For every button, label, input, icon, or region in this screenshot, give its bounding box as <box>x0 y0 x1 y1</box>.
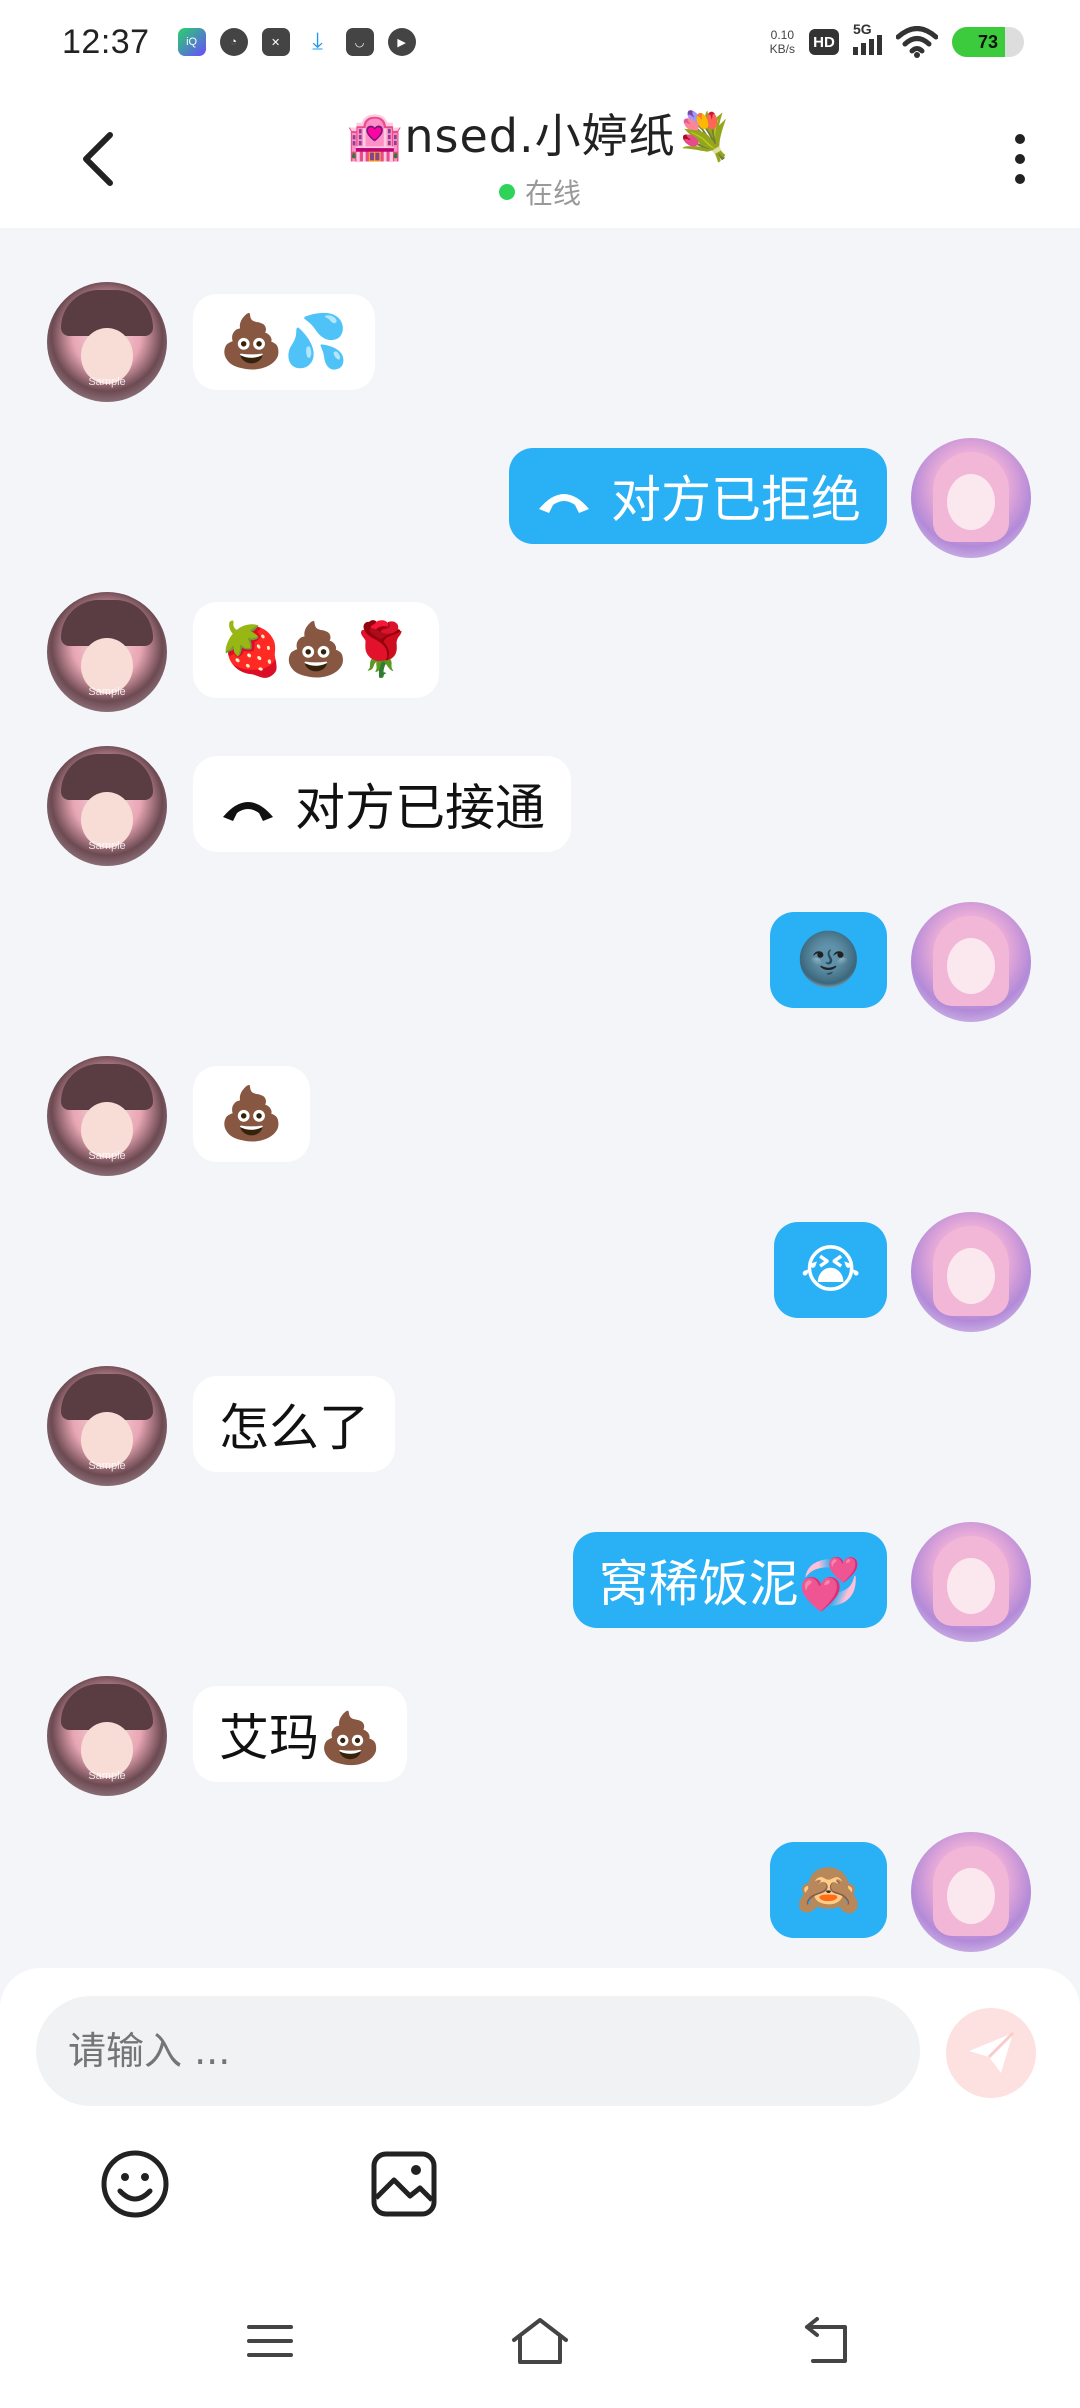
network-type: 5G <box>853 21 872 37</box>
message-bubble-outgoing[interactable]: 🙈 <box>770 1842 887 1938</box>
avatar-watermark: Sample <box>88 1770 126 1782</box>
avatar-watermark: Sample <box>88 840 126 852</box>
message-bubble-outgoing[interactable]: 😭 <box>774 1222 887 1318</box>
signal-icon: 5G <box>853 21 882 55</box>
message-bubble-incoming[interactable]: 💩💦 <box>193 294 375 390</box>
avatar-watermark: Sample <box>88 1150 126 1162</box>
image-button[interactable] <box>366 2146 442 2222</box>
message-text: 🌚 <box>796 930 861 990</box>
message-text: 对方已拒绝 <box>611 471 861 529</box>
status-app-icons: iQ ◔ ✕ ⤓ ◡ ▶ <box>177 28 416 56</box>
message-text: 对方已接通 <box>295 779 545 837</box>
send-icon <box>969 2031 1015 2073</box>
iqiyi-icon: iQ <box>177 28 206 56</box>
wifi-icon <box>896 26 938 58</box>
avatar-watermark: Sample <box>88 1460 126 1472</box>
message-text: 💩 <box>219 1084 284 1144</box>
message-text: 😭 <box>800 1240 861 1300</box>
back-icon <box>805 2317 847 2363</box>
capcut-icon: ✕ <box>261 28 290 56</box>
my-avatar[interactable] <box>911 1522 1031 1642</box>
message-text: 艾玛💩 <box>219 1709 382 1767</box>
more-dot-icon <box>1015 154 1025 164</box>
contact-avatar[interactable]: Sample <box>47 592 167 712</box>
message-bubble-incoming[interactable]: 💩 <box>193 1066 310 1162</box>
message-text: 🙈 <box>796 1860 861 1920</box>
send-button[interactable] <box>946 2008 1036 2098</box>
mail-icon: ◡ <box>345 28 374 56</box>
message-input[interactable] <box>36 1996 920 2106</box>
call-icon <box>539 494 589 513</box>
title-prefix-emoji: 🏩 <box>346 109 405 163</box>
message-bubble-outgoing[interactable]: 对方已拒绝 <box>509 448 887 544</box>
status-time: 12:37 <box>62 22 150 61</box>
status-bar: 12:37 iQ ◔ ✕ ⤓ ◡ ▶ 0.10 KB/s HD 5G 73 <box>0 0 1080 84</box>
menu-icon <box>247 2325 293 2357</box>
message-bubble-outgoing[interactable]: 🌚 <box>770 912 887 1008</box>
message-bubble-incoming[interactable]: 怎么了 <box>193 1376 395 1472</box>
title-suffix-emoji: 💐 <box>675 109 734 163</box>
more-dot-icon <box>1015 134 1025 144</box>
network-speed-value: 0.10 <box>770 28 794 42</box>
compass-icon: ◔ <box>219 28 248 56</box>
contact-name: 🏩nsed.小婷纸💐 <box>0 100 1080 166</box>
online-dot-icon <box>498 184 515 200</box>
message-text: 💩💦 <box>219 312 349 372</box>
network-speed-unit: KB/s <box>769 42 795 56</box>
recent-apps-button[interactable] <box>235 2306 305 2376</box>
network-speed: 0.10 KB/s <box>770 28 795 56</box>
system-nav-bar <box>0 2270 1080 2408</box>
home-button[interactable] <box>505 2306 575 2376</box>
emoji-button[interactable] <box>97 2146 173 2222</box>
presence-status: 在线 <box>0 172 1080 212</box>
contact-avatar[interactable]: Sample <box>47 1366 167 1486</box>
message-text: 窝稀饭泥💞 <box>598 1555 861 1613</box>
home-icon <box>512 2318 568 2364</box>
presence-text: 在线 <box>524 177 581 210</box>
hd-icon: HD <box>809 29 839 55</box>
contact-avatar[interactable]: Sample <box>47 746 167 866</box>
avatar-watermark: Sample <box>88 686 126 698</box>
message-bubble-outgoing[interactable]: 窝稀饭泥💞 <box>572 1532 887 1628</box>
my-avatar[interactable] <box>911 438 1031 558</box>
contact-name-text: nsed.小婷纸 <box>404 109 676 163</box>
my-avatar[interactable] <box>911 1832 1031 1952</box>
emoji-icon <box>101 2150 169 2218</box>
more-options-button[interactable] <box>990 124 1050 194</box>
avatar-watermark: Sample <box>88 376 126 388</box>
more-dot-icon <box>1015 174 1025 184</box>
chat-header: 🏩nsed.小婷纸💐 在线 <box>0 84 1080 228</box>
battery-level: 73 <box>977 31 999 52</box>
my-avatar[interactable] <box>911 902 1031 1022</box>
message-text: 怎么了 <box>219 1399 369 1457</box>
download-icon: ⤓ <box>312 28 323 55</box>
back-nav-button[interactable] <box>790 2306 860 2376</box>
battery-icon: 73 <box>952 27 1024 57</box>
message-list[interactable]: Sample 💩💦 对方已拒绝 Sample 🍓💩🌹 Sample 对方已接通 … <box>0 228 1080 1968</box>
image-icon <box>371 2151 437 2217</box>
chat-title-block: 🏩nsed.小婷纸💐 在线 <box>0 100 1080 212</box>
message-bubble-incoming[interactable]: 艾玛💩 <box>193 1686 408 1782</box>
message-bubble-incoming[interactable]: 对方已接通 <box>193 756 571 852</box>
message-text: 🍓💩🌹 <box>219 620 414 680</box>
contact-avatar[interactable]: Sample <box>47 282 167 402</box>
call-icon <box>223 802 273 821</box>
play-icon: ▶ <box>387 28 416 56</box>
contact-avatar[interactable]: Sample <box>47 1676 167 1796</box>
my-avatar[interactable] <box>911 1212 1031 1332</box>
contact-avatar[interactable]: Sample <box>47 1056 167 1176</box>
message-bubble-incoming[interactable]: 🍓💩🌹 <box>193 602 440 698</box>
